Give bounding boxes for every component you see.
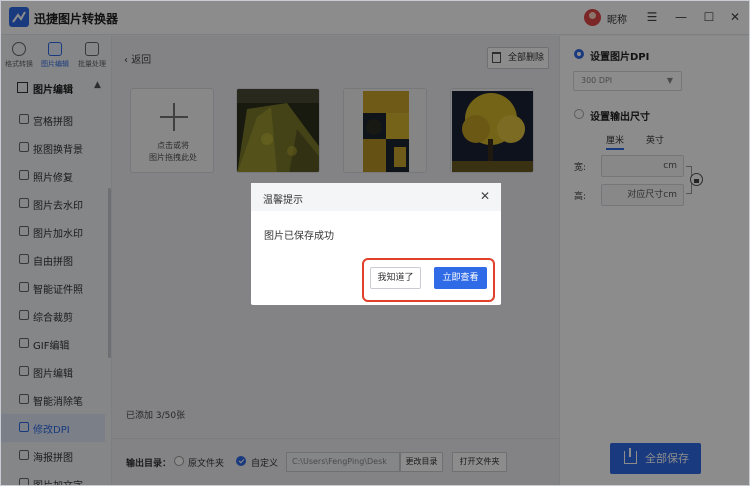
dialog-header: 温馨提示 ✕ <box>251 183 501 211</box>
view-now-button[interactable]: 立即查看 <box>434 267 487 289</box>
notice-dialog: 温馨提示 ✕ 图片已保存成功 我知道了 立即查看 <box>251 183 501 305</box>
close-icon[interactable]: ✕ <box>480 189 490 203</box>
dialog-title: 温馨提示 <box>263 195 303 206</box>
got-it-button[interactable]: 我知道了 <box>370 267 421 289</box>
app-window: 迅捷图片转换器 昵称 ☰ — ☐ ✕ 格式转换 图片编辑 批量处理 图片编辑 ▲… <box>0 0 750 486</box>
dialog-message: 图片已保存成功 <box>264 231 334 242</box>
